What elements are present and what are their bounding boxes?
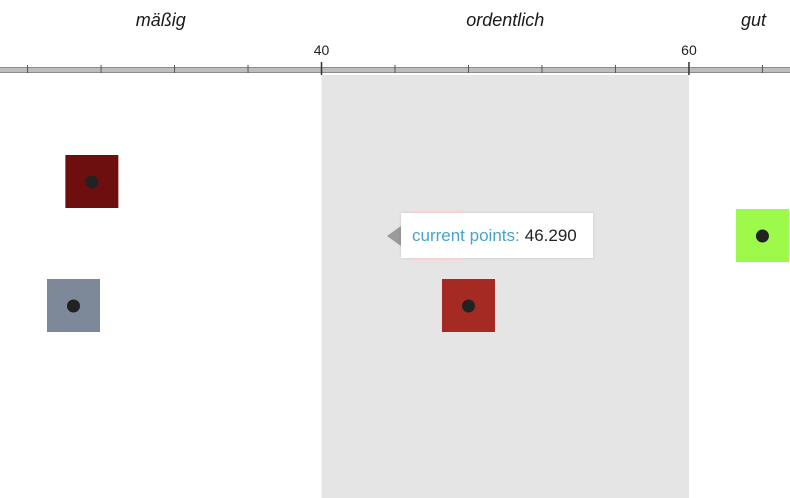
band-layer (321, 75, 689, 498)
band-label: ordentlich (466, 10, 544, 30)
chart-area: mäßig ordentlich gut 40 60 current points: 4… (0, 0, 790, 498)
band-shade-1 (321, 75, 689, 498)
data-point-dot (85, 175, 99, 189)
tooltip: current points: 46.290 (401, 213, 593, 258)
scatter-chart: mäßig ordentlich gut 40 60 (0, 10, 790, 498)
band-label: gut (741, 10, 767, 30)
data-point-dot (755, 229, 769, 243)
data-point-dot (66, 299, 80, 313)
label-layer: mäßig ordentlich gut 40 60 (136, 10, 767, 58)
axis-layer (0, 62, 790, 75)
tooltip-arrow (387, 226, 401, 246)
tooltip-label: current points: (412, 225, 520, 245)
data-point-dot (461, 299, 475, 313)
tick-label: 40 (314, 42, 330, 58)
band-label: mäßig (136, 10, 186, 30)
tooltip-value: 46.290 (524, 225, 577, 245)
tick-label: 60 (681, 42, 697, 58)
